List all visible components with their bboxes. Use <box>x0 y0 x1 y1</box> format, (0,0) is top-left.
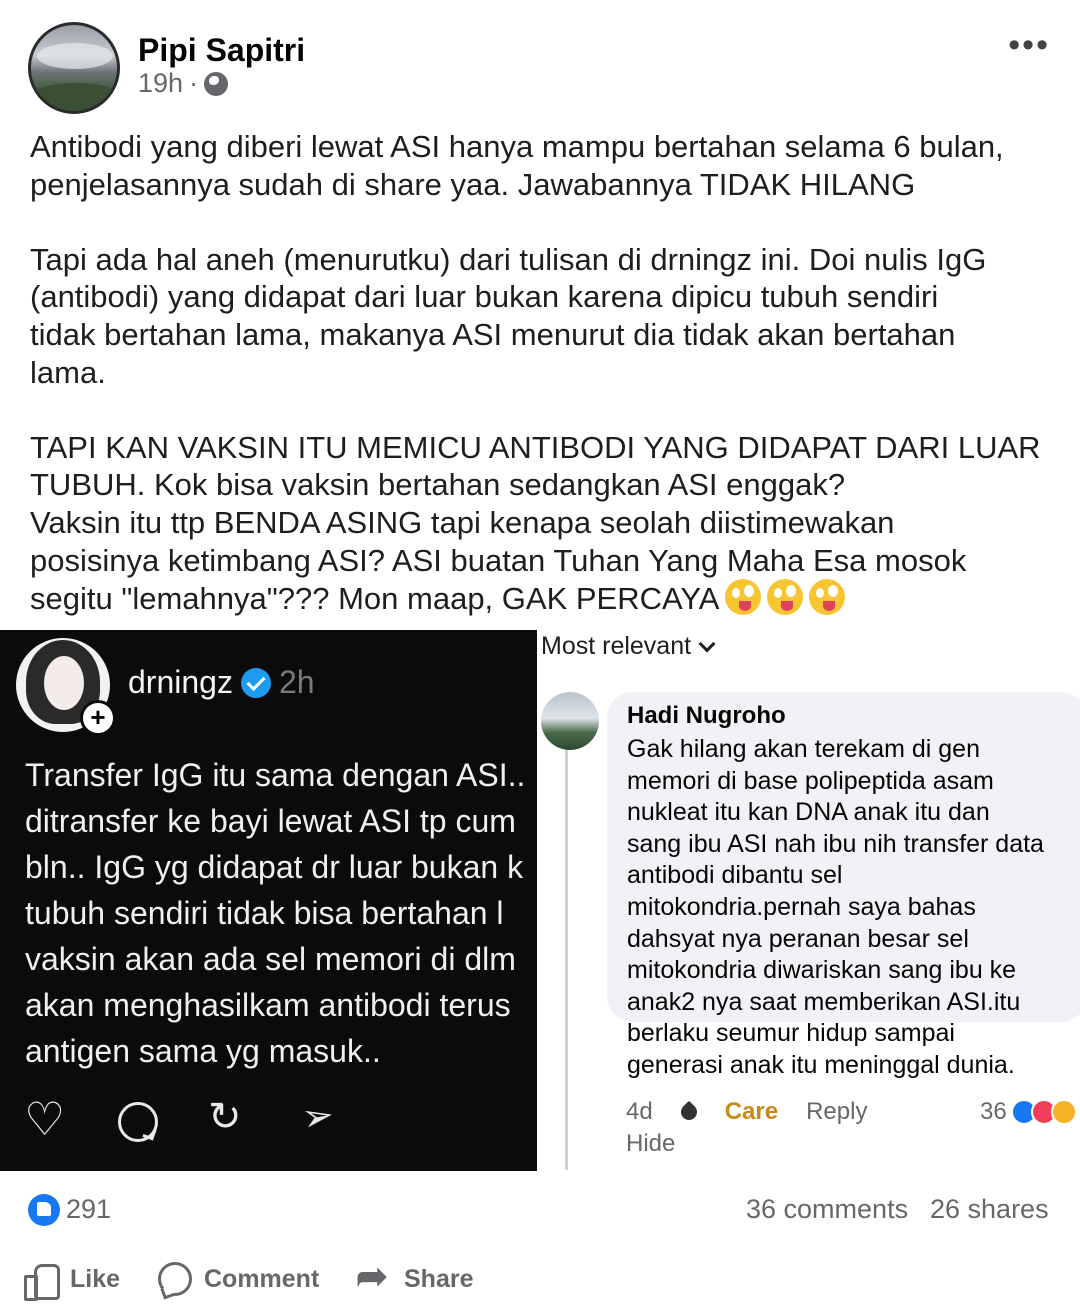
post-header: Pipi Sapitri 19h · ••• <box>0 0 1080 120</box>
post-paragraph-1: Antibodi yang diberi lewat ASI hanya mam… <box>30 129 1004 202</box>
post-paragraph-3-text: TAPI KAN VAKSIN ITU MEMICU ANTIBODI YANG… <box>30 429 1041 617</box>
reaction-count[interactable]: 291 <box>66 1194 111 1225</box>
comment-reactions: 36 <box>980 1098 1077 1126</box>
shares-count[interactable]: 26 shares <box>930 1194 1049 1225</box>
embedded-actions <box>24 1092 340 1146</box>
comment-reply: Reply <box>806 1098 868 1125</box>
embedded-line: akan menghasilkam antibodi terus <box>25 987 511 1023</box>
thread-line <box>565 730 568 1170</box>
share-icon <box>356 1254 392 1299</box>
post-body: Antibodi yang diberi lewat ASI hanya mam… <box>30 128 1060 618</box>
zany-face-emoji-icon <box>725 579 762 616</box>
embedded-time: 2h <box>278 664 315 700</box>
share-label: Share <box>404 1264 474 1293</box>
commenter-avatar <box>541 692 599 750</box>
embedded-line: ditransfer ke bayi lewat ASI tp cum <box>25 803 516 839</box>
like-reaction-icon[interactable] <box>28 1194 60 1226</box>
embedded-comment-screenshot: Most relevant Hadi Nugroho Gak hilang ak… <box>537 630 1080 1171</box>
comment-sort: Most relevant <box>541 632 716 661</box>
zany-face-emoji-icon <box>809 579 846 616</box>
comment-icon <box>158 1262 192 1296</box>
embedded-line: antigen sama yg masuk.. <box>25 1033 381 1069</box>
embedded-screenshot: + drningz 2h Transfer IgG itu sama denga… <box>0 630 537 1171</box>
share-button[interactable]: Share <box>356 1254 474 1299</box>
embedded-line: Transfer IgG itu sama dengan ASI.. <box>25 757 526 793</box>
heart-icon <box>24 1092 65 1146</box>
pin-icon <box>677 1100 701 1124</box>
repost-icon <box>208 1094 248 1140</box>
avatar-hill <box>31 83 117 111</box>
chevron-down-icon <box>698 635 716 652</box>
comment-age: 4d <box>626 1098 653 1125</box>
comment-reaction-count: 36 <box>980 1098 1007 1125</box>
embedded-text: Transfer IgG itu sama dengan ASI.. ditra… <box>25 752 537 1074</box>
post-stats: 291 36 comments 26 shares <box>0 1178 1080 1238</box>
avatar-cloud <box>37 43 113 69</box>
author-name[interactable]: Pipi Sapitri <box>138 32 305 69</box>
more-options-button[interactable]: ••• <box>1008 26 1050 65</box>
embedded-line: vaksin akan ada sel memori di dlm <box>25 941 516 977</box>
commenter-name: Hadi Nugroho <box>627 702 786 729</box>
post-time[interactable]: 19h <box>138 68 183 99</box>
action-bar: Like Comment Share <box>0 1250 1080 1306</box>
comments-count[interactable]: 36 comments <box>746 1194 908 1225</box>
embedded-line: tubuh sendiri tidak bisa bertahan l <box>25 895 504 931</box>
comment-care-reaction: Care <box>724 1098 779 1125</box>
like-button[interactable]: Like <box>24 1262 121 1301</box>
send-icon <box>300 1100 340 1140</box>
comment-button[interactable]: Comment <box>158 1262 319 1296</box>
post-paragraph-2: Tapi ada hal aneh (menurutku) dari tulis… <box>30 241 987 390</box>
author-avatar[interactable] <box>28 22 120 114</box>
like-label: Like <box>70 1264 121 1293</box>
verified-badge-icon <box>240 667 271 698</box>
sort-label: Most relevant <box>541 632 692 660</box>
post-paragraph-3: TAPI KAN VAKSIN ITU MEMICU ANTIBODI YANG… <box>30 429 1060 618</box>
comment-hide: Hide <box>626 1130 676 1157</box>
comment-bubble: Hadi Nugroho Gak hilang akan terekam di … <box>607 692 1080 1079</box>
zany-face-emoji-icon <box>767 579 804 616</box>
embedded-username: drningz <box>128 664 233 700</box>
post-meta: 19h · <box>138 68 229 99</box>
care-reaction-icon <box>1050 1099 1077 1125</box>
avatar-face <box>44 656 84 710</box>
comment-label: Comment <box>204 1264 320 1293</box>
comment-actions: 4d Care Reply <box>626 1098 867 1126</box>
comment-text: Gak hilang akan terekam di gen memori di… <box>627 735 1044 1079</box>
embedded-line: bln.. IgG yg didapat dr luar bukan k <box>25 849 524 885</box>
thumbs-up-icon <box>24 1262 60 1301</box>
meta-separator: · <box>189 68 199 98</box>
public-globe-icon <box>204 71 229 96</box>
comment-bubble-icon <box>116 1100 158 1142</box>
follow-plus-icon: + <box>80 700 116 736</box>
embedded-author: drningz 2h <box>128 664 315 701</box>
